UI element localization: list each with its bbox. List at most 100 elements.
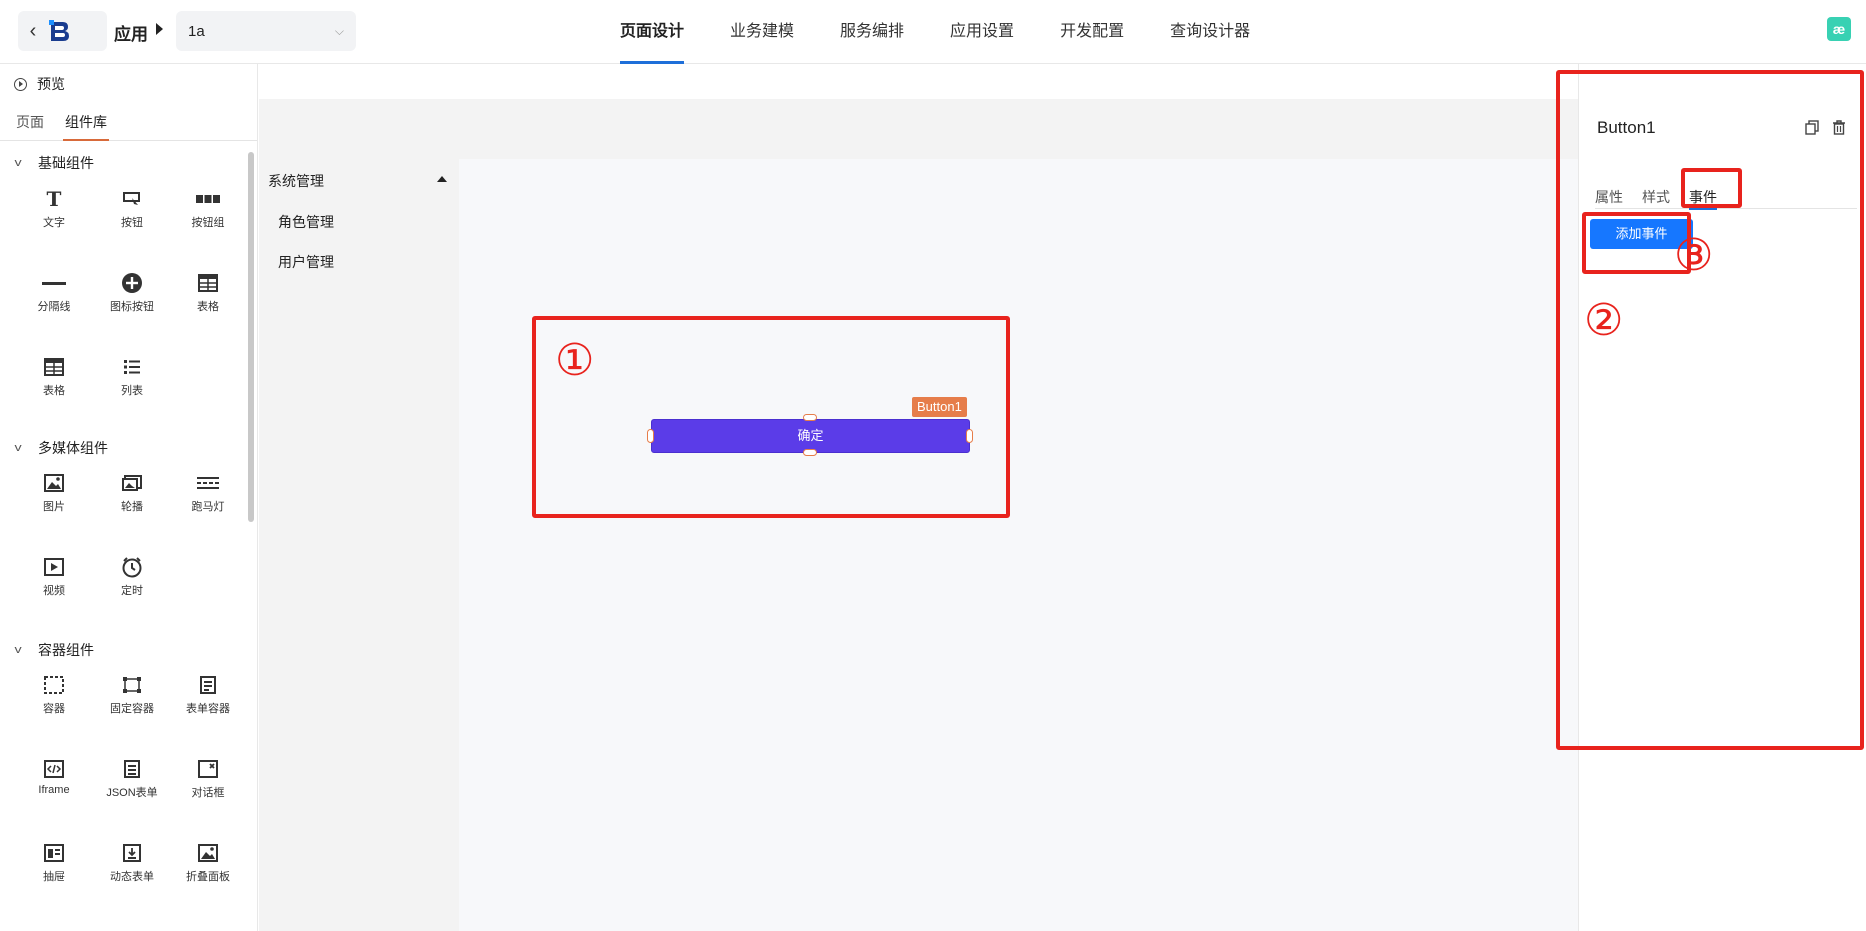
nav-service-orchestration[interactable]: 服务编排 [840, 0, 904, 64]
comp-list[interactable]: 列表 [100, 356, 164, 398]
comp-dynamic-form[interactable]: 动态表单 [100, 842, 164, 884]
nav-query-designer[interactable]: 查询设计器 [1170, 0, 1250, 64]
comp-label: 文字 [43, 217, 65, 229]
iframe-icon [22, 758, 86, 780]
table-icon [176, 272, 240, 294]
chevron-down-icon: v [14, 644, 22, 656]
comp-label: 视频 [43, 585, 65, 597]
video-icon [22, 556, 86, 578]
comp-json-form[interactable]: JSON表单 [100, 758, 164, 800]
chevron-down-icon: v [14, 442, 22, 454]
comp-label: JSON表单 [106, 787, 158, 799]
comp-divider[interactable]: 分隔线 [22, 272, 86, 314]
comp-image[interactable]: 图片 [22, 472, 86, 514]
tab-pages[interactable]: 页面 [16, 112, 44, 132]
comp-icon-button[interactable]: 图标按钮 [100, 272, 164, 314]
app-select-value: 1a [188, 22, 205, 40]
chevron-down-icon: ⌵ [334, 23, 344, 38]
component-panel: 预览 页面 组件库 v 基础组件 T 文字 按钮 按钮组 分隔线 图标按钮 表格… [0, 64, 258, 931]
menu-system-management[interactable]: 系统管理 [268, 171, 324, 191]
clock-icon [100, 556, 164, 578]
comp-label: 图标按钮 [110, 301, 154, 313]
drawer-icon [22, 842, 86, 864]
menu-user-management[interactable]: 用户管理 [278, 252, 334, 272]
list-icon [100, 356, 164, 378]
comp-button[interactable]: 按钮 [100, 188, 164, 230]
tab-component-library[interactable]: 组件库 [63, 112, 109, 141]
comp-video[interactable]: 视频 [22, 556, 86, 598]
comp-drawer[interactable]: 抽屉 [22, 842, 86, 884]
annotation-mark-1: ① [555, 335, 595, 386]
group-title: 多媒体组件 [38, 440, 108, 456]
plus-circle-icon [100, 272, 164, 294]
palette-scrollbar[interactable] [248, 152, 254, 522]
left-tabs: 页面 组件库 [0, 104, 257, 141]
group-title: 基础组件 [38, 155, 94, 171]
comp-label: 图片 [43, 501, 65, 513]
comp-label: 列表 [121, 385, 143, 397]
user-logo[interactable]: æ [1827, 17, 1851, 41]
nav-page-design[interactable]: 页面设计 [620, 0, 685, 64]
comp-label: Iframe [38, 784, 70, 796]
nav-business-model[interactable]: 业务建模 [730, 0, 794, 64]
annotation-box-1 [532, 316, 1010, 518]
button-group-icon [176, 188, 240, 210]
annotation-mark-3: ③ [1674, 230, 1714, 281]
table-icon [22, 356, 86, 378]
marquee-icon [176, 472, 240, 494]
comp-collapse-panel[interactable]: 折叠面板 [176, 842, 240, 884]
app-select[interactable]: 1a ⌵ [176, 11, 356, 51]
comp-label: 表格 [197, 301, 219, 313]
comp-carousel[interactable]: 轮播 [100, 472, 164, 514]
app-logo-icon [48, 19, 72, 43]
chevron-left-icon[interactable]: ‹ [18, 20, 48, 43]
comp-label: 固定容器 [110, 703, 154, 715]
comp-container[interactable]: 容器 [22, 674, 86, 716]
chevron-down-icon: v [14, 157, 22, 169]
group-title: 容器组件 [38, 642, 94, 658]
top-bar: ‹ 应用 1a ⌵ 页面设计 业务建模 服务编排 应用设置 开发配置 查询设计器… [0, 0, 1866, 64]
comp-label: 抽屉 [43, 871, 65, 883]
group-container[interactable]: v 容器组件 [14, 640, 95, 660]
comp-form-container[interactable]: 表单容器 [176, 674, 240, 716]
container-icon [22, 674, 86, 696]
group-multimedia[interactable]: v 多媒体组件 [14, 438, 109, 458]
comp-dialog[interactable]: 对话框 [176, 758, 240, 800]
comp-timer[interactable]: 定时 [100, 556, 164, 598]
comp-table-2[interactable]: 表格 [22, 356, 86, 398]
comp-label: 轮播 [121, 501, 143, 513]
comp-table[interactable]: 表格 [176, 272, 240, 314]
comp-label: 定时 [121, 585, 143, 597]
comp-text[interactable]: T 文字 [22, 187, 86, 230]
comp-label: 动态表单 [110, 871, 154, 883]
comp-label: 按钮组 [191, 217, 225, 229]
preview-button[interactable]: 预览 [14, 74, 65, 94]
collapse-panel-icon [176, 842, 240, 864]
button-cursor-icon [100, 188, 164, 210]
main-nav: 页面设计 业务建模 服务编排 应用设置 开发配置 查询设计器 [620, 0, 1296, 64]
caret-up-icon[interactable] [437, 176, 447, 182]
menu-role-management[interactable]: 角色管理 [278, 212, 334, 232]
caret-right-icon [156, 23, 163, 35]
comp-label: 按钮 [121, 217, 143, 229]
nav-app-settings[interactable]: 应用设置 [950, 0, 1014, 64]
comp-button-group[interactable]: 按钮组 [176, 188, 240, 230]
side-menu: 系统管理 角色管理 用户管理 [259, 159, 459, 931]
comp-fixed-container[interactable]: 固定容器 [100, 674, 164, 716]
dynamic-form-icon [100, 842, 164, 864]
comp-label: 分隔线 [37, 301, 71, 313]
group-basic[interactable]: v 基础组件 [14, 153, 95, 173]
component-palette: v 基础组件 T 文字 按钮 按钮组 分隔线 图标按钮 表格 表格 列表 v 多… [0, 142, 250, 931]
dialog-icon [176, 758, 240, 780]
app-switch[interactable]: ‹ [18, 11, 107, 51]
comp-iframe[interactable]: Iframe [22, 758, 86, 796]
comp-label: 折叠面板 [186, 871, 230, 883]
nav-dev-config[interactable]: 开发配置 [1060, 0, 1124, 64]
comp-marquee[interactable]: 跑马灯 [176, 472, 240, 514]
json-form-icon [100, 758, 164, 780]
comp-label: 表格 [43, 385, 65, 397]
app-label: 应用 [114, 25, 148, 44]
comp-label: 跑马灯 [191, 501, 225, 513]
comp-label: 对话框 [191, 787, 225, 799]
carousel-icon [100, 472, 164, 494]
